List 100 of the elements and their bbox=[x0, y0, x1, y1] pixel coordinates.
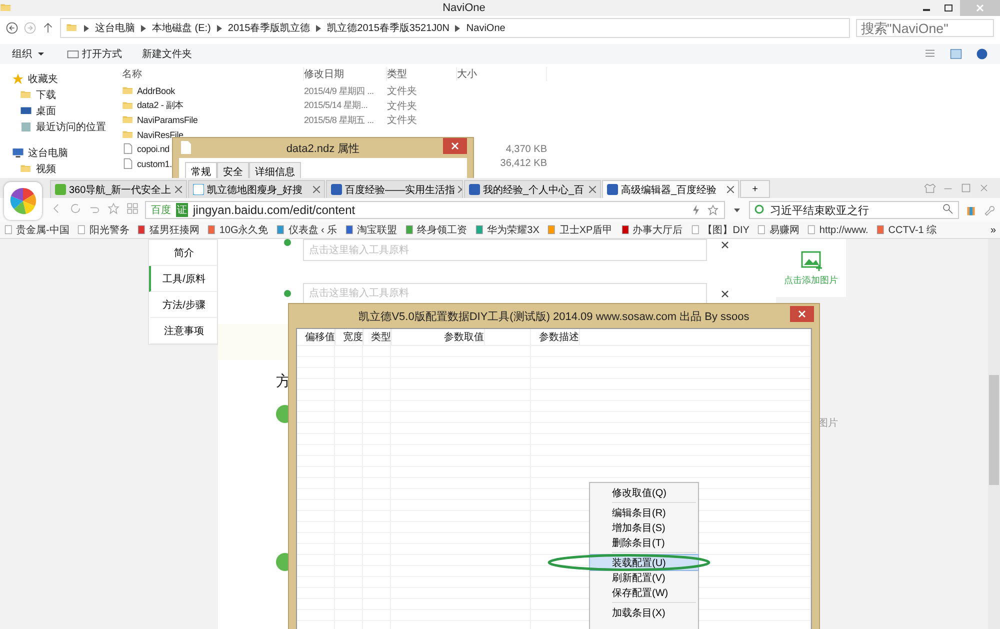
bookmark-link[interactable]: 贵金属-中国 bbox=[16, 223, 70, 237]
file-name[interactable]: NaviParamsFile bbox=[137, 115, 198, 126]
nav-item[interactable]: 这台电脑 bbox=[28, 146, 68, 160]
star-icon bbox=[707, 204, 719, 216]
menu-item[interactable]: 加载条目(X) bbox=[590, 605, 698, 620]
browser-logo-icon[interactable] bbox=[4, 182, 42, 220]
input-field[interactable]: 点击这里输入工具原料 bbox=[303, 239, 707, 261]
more-bookmarks-button[interactable]: » bbox=[990, 224, 996, 236]
bookmark-link[interactable]: 终身领工资 bbox=[417, 223, 468, 237]
chevron-icon[interactable] bbox=[84, 24, 89, 32]
refresh-icon bbox=[69, 202, 82, 215]
file-size: 36,412 KB bbox=[500, 158, 547, 170]
nav-item[interactable]: 下载 bbox=[36, 88, 56, 102]
address-bar[interactable]: 百度 证 jingyan.baidu.com/edit/content bbox=[145, 201, 725, 219]
browser-tab[interactable]: 高级编辑器_百度经验 bbox=[602, 180, 739, 198]
bookmark-icon bbox=[690, 225, 701, 235]
close-tab-icon[interactable] bbox=[175, 186, 182, 193]
browser-tab[interactable]: 360导航_新一代安全上 bbox=[50, 180, 187, 198]
file-type: 文件夹 bbox=[387, 115, 417, 126]
chevron-icon[interactable] bbox=[141, 24, 146, 32]
browser-tab[interactable]: 我的经验_个人中心_百 bbox=[464, 180, 601, 198]
breadcrumb-item[interactable]: 2015春季版凯立德 bbox=[228, 21, 310, 35]
bookmark-icon bbox=[405, 225, 416, 235]
scrollbar[interactable] bbox=[988, 239, 1000, 629]
computer-icon bbox=[12, 147, 24, 159]
bookmark-icon bbox=[77, 225, 88, 235]
file-icon bbox=[122, 158, 134, 170]
toolbar-button[interactable]: 组织 bbox=[12, 47, 32, 61]
site-icon bbox=[55, 184, 66, 195]
close-tab-icon[interactable] bbox=[589, 186, 596, 193]
new-tab-button[interactable]: + bbox=[740, 180, 770, 198]
nav-item[interactable]: 收藏夹 bbox=[28, 72, 58, 86]
nav-item[interactable]: 最近访问的位置 bbox=[36, 120, 106, 134]
nav-item[interactable]: 视频 bbox=[36, 162, 56, 176]
folder-icon bbox=[122, 100, 134, 112]
search-field[interactable]: 习近平结束欧亚之行 bbox=[749, 201, 959, 219]
address-bar[interactable]: 这台电脑 本地磁盘 (E:) 2015春季版凯立德 凯立德2015春季版3521J0N NaviOne bbox=[60, 18, 850, 38]
file-name[interactable]: data2 - 副本 bbox=[137, 99, 184, 112]
back-icon bbox=[6, 22, 18, 34]
search-text: 习近平结束欧亚之行 bbox=[770, 204, 869, 218]
bookmark-link[interactable]: 【图】DIY bbox=[702, 223, 750, 237]
close-button[interactable] bbox=[790, 306, 814, 322]
column-header[interactable]: 大小 bbox=[457, 67, 547, 81]
close-tab-icon[interactable] bbox=[727, 186, 734, 193]
menu-item[interactable]: 增加条目(S) bbox=[590, 520, 698, 535]
file-name[interactable]: NaviResFile bbox=[137, 130, 184, 140]
menu-item[interactable]: 修改取值(Q) bbox=[590, 485, 698, 500]
menu-item[interactable]: 保存配置(W) bbox=[590, 585, 698, 600]
column-header[interactable]: 类型 bbox=[367, 329, 392, 345]
nav-item[interactable]: 桌面 bbox=[36, 104, 56, 118]
bookmark-icon bbox=[475, 225, 486, 235]
close-tab-icon[interactable] bbox=[313, 186, 320, 193]
chevron-icon[interactable] bbox=[455, 24, 460, 32]
bookmark-link[interactable]: 办事大厅后 bbox=[632, 223, 683, 237]
chevron-icon[interactable] bbox=[316, 24, 322, 32]
chevron-icon[interactable] bbox=[216, 24, 222, 32]
menu-item[interactable]: 删除条目(T) bbox=[590, 535, 698, 550]
bookmark-link[interactable]: http://www. bbox=[819, 224, 868, 236]
bookmark-link[interactable]: 猛男狂揍网 bbox=[149, 223, 200, 237]
menu-item[interactable]: 编辑条目(R) bbox=[590, 505, 698, 520]
bookmark-link[interactable]: 10G永久免 bbox=[219, 223, 268, 237]
column-header[interactable]: 偏移值 bbox=[301, 329, 336, 345]
bookmark-link[interactable]: 淘宝联盟 bbox=[357, 223, 398, 237]
bookmark-link[interactable]: 卫士XP盾甲 bbox=[559, 223, 613, 237]
breadcrumb-item[interactable]: 这台电脑 bbox=[95, 21, 135, 35]
column-header[interactable]: 修改日期 bbox=[304, 67, 387, 81]
toolbar-button[interactable]: 打开方式 bbox=[82, 47, 122, 61]
bookmark-icon bbox=[757, 225, 768, 235]
bookmark-link[interactable]: 仪表盘 ‹ 乐 bbox=[288, 223, 338, 237]
column-header[interactable]: 参数取值 bbox=[440, 329, 485, 345]
menu-item[interactable]: 刷新配置(V) bbox=[590, 570, 698, 585]
bookmark-link[interactable]: 易赚网 bbox=[769, 223, 800, 237]
search-field[interactable]: 搜索"NaviOne" bbox=[856, 19, 994, 37]
column-header[interactable]: 参数描述 bbox=[535, 329, 580, 345]
close-button[interactable] bbox=[443, 138, 467, 154]
bullet-icon bbox=[284, 239, 291, 246]
file-name[interactable]: copoi.nd bbox=[137, 144, 170, 154]
bookmark-link[interactable]: CCTV-1 综 bbox=[888, 223, 937, 237]
browser-tab[interactable]: 百度经验——实用生活指 bbox=[326, 180, 463, 198]
input-field[interactable]: 点击这里输入工具原料 bbox=[303, 282, 707, 304]
folder-icon bbox=[66, 22, 78, 34]
folder-icon bbox=[20, 163, 32, 175]
breadcrumb-item[interactable]: NaviOne bbox=[466, 22, 506, 34]
forward-icon bbox=[24, 22, 36, 34]
bookmark-link[interactable]: 阳光警务 bbox=[89, 223, 130, 237]
maximize-icon bbox=[960, 182, 972, 194]
section-tab[interactable]: 工具/原料 bbox=[149, 266, 217, 292]
folder-icon bbox=[0, 2, 12, 14]
breadcrumb-item[interactable]: 本地磁盘 (E:) bbox=[152, 21, 211, 35]
column-header[interactable]: 类型 bbox=[387, 67, 457, 81]
browser-tab[interactable]: 凯立德地图瘦身_好搜 bbox=[188, 180, 325, 198]
file-name[interactable]: AddrBook bbox=[137, 86, 175, 96]
column-header[interactable]: 宽度 bbox=[339, 329, 364, 345]
file-icon bbox=[122, 143, 134, 156]
bookmark-link[interactable]: 华为荣耀3X bbox=[487, 223, 540, 237]
column-header[interactable]: 名称 bbox=[122, 67, 304, 81]
toolbar-button[interactable]: 新建文件夹 bbox=[142, 47, 192, 61]
section-heading: 方 bbox=[276, 372, 292, 391]
breadcrumb-item[interactable]: 凯立德2015春季版3521J0N bbox=[327, 21, 450, 35]
file-name[interactable]: custom1. bbox=[137, 158, 172, 169]
